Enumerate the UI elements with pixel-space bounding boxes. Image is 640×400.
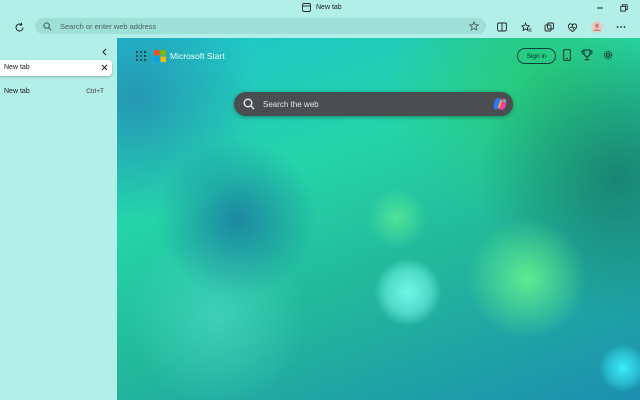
sign-in-button[interactable]: Sign in <box>517 48 556 64</box>
search-icon <box>43 22 52 31</box>
split-screen-icon <box>497 22 507 32</box>
close-tab-button[interactable] <box>99 62 109 74</box>
favorites-icon <box>520 21 531 31</box>
phone-button[interactable] <box>560 48 574 62</box>
restore-icon <box>620 4 628 12</box>
browser-essentials-button[interactable] <box>565 20 579 34</box>
profile-avatar <box>591 21 603 33</box>
collapse-sidebar-button[interactable] <box>98 46 110 58</box>
apps-grid-icon[interactable] <box>135 50 147 62</box>
address-bar[interactable]: Search or enter web address <box>35 18 486 34</box>
new-tab-shortcut: Ctrl+T <box>86 88 104 95</box>
rewards-button[interactable] <box>580 48 594 62</box>
new-tab-label: New tab <box>4 88 30 95</box>
browser-toolbar: Search or enter web address <box>0 17 640 37</box>
search-icon <box>243 98 255 110</box>
minimize-button[interactable] <box>594 2 606 14</box>
collections-button[interactable] <box>542 20 556 34</box>
address-placeholder: Search or enter web address <box>60 22 157 31</box>
title-bar: New tab <box>0 0 640 17</box>
new-tab-page: Microsoft Start Sign in Search the web <box>117 38 640 400</box>
web-search-box[interactable]: Search the web <box>234 92 513 116</box>
rewards-trophy-icon <box>581 49 593 61</box>
more-icon <box>616 26 626 28</box>
microsoft-logo <box>154 50 166 62</box>
vertical-tabs-pane: New tab New tab Ctrl+T <box>0 38 117 400</box>
microsoft-start-brand[interactable]: Microsoft Start <box>170 51 225 61</box>
favorite-star-icon[interactable] <box>469 21 479 31</box>
phone-icon <box>563 49 571 61</box>
minimize-icon <box>597 7 603 9</box>
profile-button[interactable] <box>590 20 604 34</box>
settings-gear-icon <box>603 50 613 60</box>
refresh-button[interactable] <box>12 20 26 34</box>
collections-icon <box>544 22 554 31</box>
restore-button[interactable] <box>618 2 630 14</box>
collapse-sidebar-icon <box>101 48 106 56</box>
copilot-icon[interactable] <box>492 96 508 112</box>
refresh-icon <box>15 22 23 31</box>
favorites-button[interactable] <box>519 20 533 34</box>
page-settings-button[interactable] <box>601 48 615 62</box>
browser-essentials-icon <box>567 22 577 32</box>
window-title: New tab <box>316 4 342 11</box>
tab-label: New tab <box>4 64 30 71</box>
window-title-area: New tab <box>302 3 342 12</box>
more-button[interactable] <box>614 20 628 34</box>
close-icon <box>101 64 107 71</box>
search-placeholder: Search the web <box>263 100 319 109</box>
new-tab-item[interactable]: New tab Ctrl+T <box>0 85 112 99</box>
tab-new-tab[interactable]: New tab <box>0 60 112 76</box>
tab-page-icon <box>302 3 311 12</box>
split-screen-button[interactable] <box>495 20 509 34</box>
